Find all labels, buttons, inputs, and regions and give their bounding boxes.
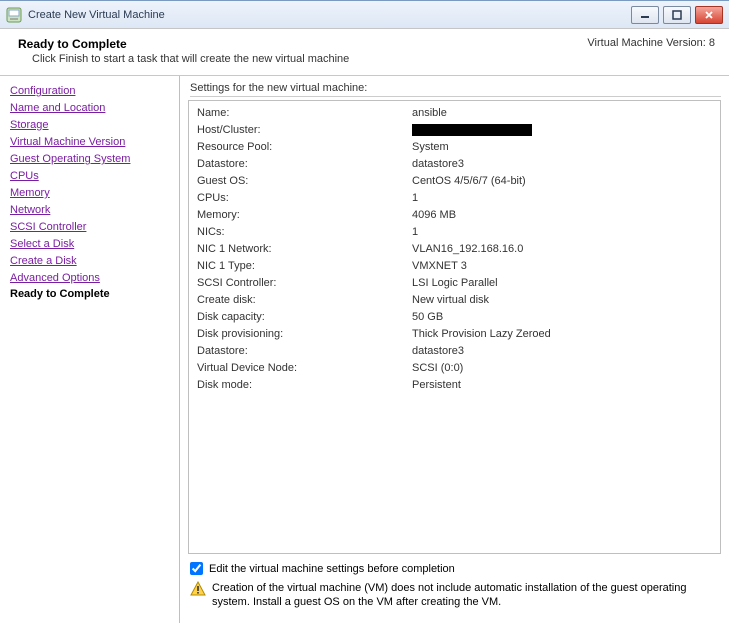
minimize-button[interactable] [631,6,659,24]
edit-settings-checkbox-row[interactable]: Edit the virtual machine settings before… [190,562,717,575]
settings-key: Disk provisioning: [197,326,412,343]
app-icon [6,7,22,23]
settings-row: NIC 1 Network:VLAN16_192.168.16.0 [197,241,712,258]
warning-icon [190,581,206,597]
vm-version-label: Virtual Machine Version: 8 [587,37,715,49]
settings-key: Datastore: [197,156,412,173]
maximize-button[interactable] [663,6,691,24]
settings-value: CentOS 4/5/6/7 (64-bit) [412,173,712,190]
wizard-steps-sidebar: Configuration Name and Location Storage Vir… [0,76,180,623]
settings-row: Name:ansible [197,105,712,122]
warning-row: Creation of the virtual machine (VM) doe… [190,581,717,609]
settings-value: LSI Logic Parallel [412,275,712,292]
settings-value: New virtual disk [412,292,712,309]
main-area: Configuration Name and Location Storage Vir… [0,76,729,623]
wizard-step-link[interactable]: Create a Disk [10,254,77,268]
settings-key: NIC 1 Network: [197,241,412,258]
wizard-step-link[interactable]: Network [10,203,50,217]
settings-key: NICs: [197,224,412,241]
wizard-step-link[interactable]: CPUs [10,169,39,183]
settings-value: ansible [412,105,712,122]
settings-key: Disk capacity: [197,309,412,326]
wizard-step-link[interactable]: Select a Disk [10,237,74,251]
settings-row: Resource Pool:System [197,139,712,156]
window-controls [631,6,723,24]
settings-row: Disk capacity:50 GB [197,309,712,326]
settings-key: Guest OS: [197,173,412,190]
settings-value: VMXNET 3 [412,258,712,275]
settings-row: Memory:4096 MB [197,207,712,224]
wizard-step-link[interactable]: SCSI Controller [10,220,86,234]
settings-key: SCSI Controller: [197,275,412,292]
settings-key: Resource Pool: [197,139,412,156]
wizard-step-link[interactable]: Configuration [10,84,75,98]
settings-row: SCSI Controller:LSI Logic Parallel [197,275,712,292]
settings-row: Datastore:datastore3 [197,343,712,360]
settings-key: Datastore: [197,343,412,360]
settings-value: datastore3 [412,156,712,173]
settings-row: Host/Cluster: [197,122,712,139]
wizard-step-link[interactable]: Virtual Machine Version [10,135,125,149]
settings-value: Thick Provision Lazy Zeroed [412,326,712,343]
page-title: Ready to Complete [18,37,349,51]
wizard-step-link[interactable]: Name and Location [10,101,105,115]
header-text: Ready to Complete Click Finish to start … [18,37,349,65]
wizard-step-link[interactable]: Advanced Options [10,271,100,285]
settings-heading: Settings for the new virtual machine: [190,82,721,97]
wizard-window: Create New Virtual Machine Ready to Comp… [0,0,729,623]
settings-key: Host/Cluster: [197,122,412,139]
settings-value: SCSI (0:0) [412,360,712,377]
settings-value: 4096 MB [412,207,712,224]
settings-row: Virtual Device Node:SCSI (0:0) [197,360,712,377]
settings-value [412,122,712,139]
settings-key: Name: [197,105,412,122]
settings-value: VLAN16_192.168.16.0 [412,241,712,258]
settings-row: Create disk:New virtual disk [197,292,712,309]
wizard-step-current: Ready to Complete [10,288,173,300]
content-pane: Settings for the new virtual machine: Na… [180,76,729,623]
settings-summary-box: Name:ansibleHost/Cluster:Resource Pool:S… [188,100,721,554]
wizard-step-link[interactable]: Guest Operating System [10,152,130,166]
settings-key: NIC 1 Type: [197,258,412,275]
wizard-step-link[interactable]: Storage [10,118,49,132]
settings-value: 50 GB [412,309,712,326]
settings-value: 1 [412,190,712,207]
settings-row: Disk mode:Persistent [197,377,712,394]
edit-settings-label: Edit the virtual machine settings before… [209,563,455,575]
settings-row: NICs:1 [197,224,712,241]
close-button[interactable] [695,6,723,24]
settings-key: Virtual Device Node: [197,360,412,377]
window-title: Create New Virtual Machine [28,9,625,21]
settings-row: Datastore:datastore3 [197,156,712,173]
settings-key: Create disk: [197,292,412,309]
titlebar: Create New Virtual Machine [0,1,729,29]
settings-key: Disk mode: [197,377,412,394]
redacted-value [412,124,532,136]
settings-key: Memory: [197,207,412,224]
wizard-step-link[interactable]: Memory [10,186,50,200]
settings-row: CPUs:1 [197,190,712,207]
edit-settings-checkbox[interactable] [190,562,203,575]
settings-value: 1 [412,224,712,241]
settings-value: datastore3 [412,343,712,360]
settings-value: Persistent [412,377,712,394]
settings-value: System [412,139,712,156]
settings-key: CPUs: [197,190,412,207]
warning-text: Creation of the virtual machine (VM) doe… [212,581,717,609]
page-subtitle: Click Finish to start a task that will c… [32,53,349,65]
content-footer: Edit the virtual machine settings before… [188,554,721,617]
settings-row: NIC 1 Type:VMXNET 3 [197,258,712,275]
settings-row: Disk provisioning:Thick Provision Lazy Z… [197,326,712,343]
page-header: Ready to Complete Click Finish to start … [0,29,729,76]
settings-row: Guest OS:CentOS 4/5/6/7 (64-bit) [197,173,712,190]
